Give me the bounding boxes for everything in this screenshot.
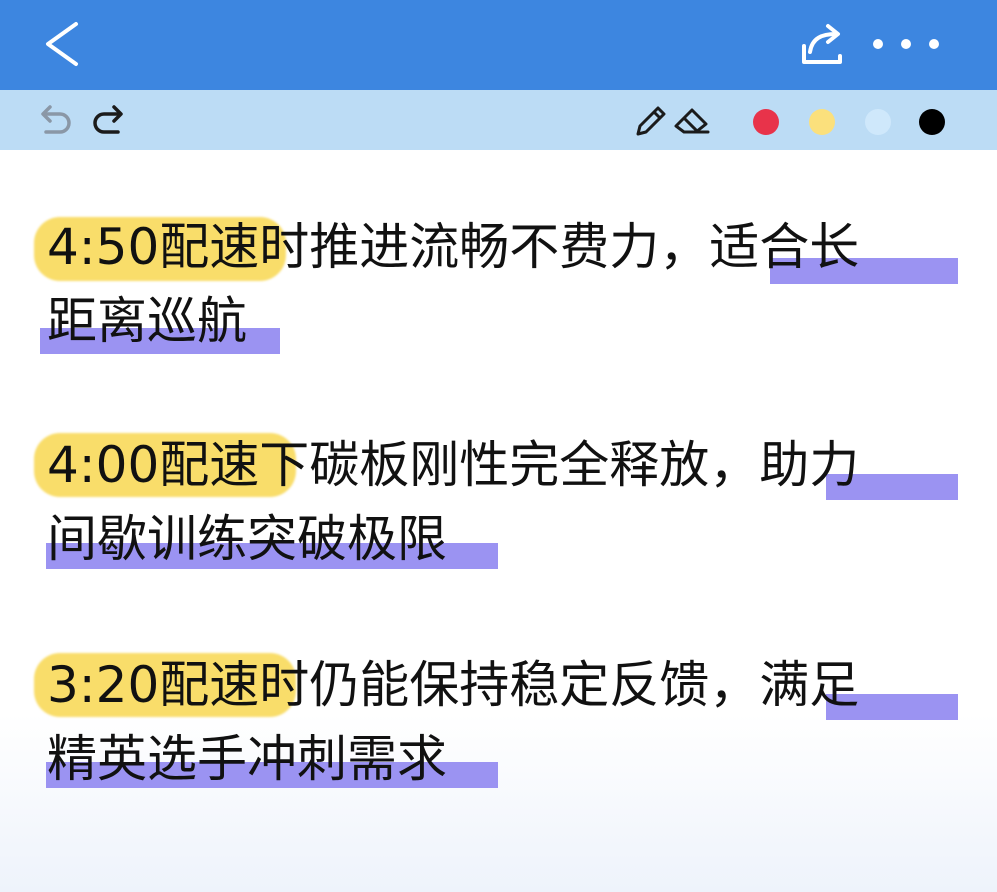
note-text: 时推进流畅不费力， <box>259 218 710 276</box>
color-swatch-red[interactable] <box>753 109 779 135</box>
note-text: 适合长 <box>709 218 860 276</box>
note-text: 距离巡航 <box>47 292 247 350</box>
pace-text: 3:20配速 <box>47 656 260 714</box>
note-canvas[interactable]: 4:50配速时推进流畅不费力，适合长 距离巡航 4:00配速下碳板刚性完全释放，… <box>0 150 997 892</box>
pace-text: 4:00配速 <box>47 436 260 494</box>
share-icon[interactable] <box>796 18 848 70</box>
top-app-bar <box>0 0 997 90</box>
pace-text: 4:50配速 <box>47 218 260 276</box>
note-line: 距离巡航 <box>47 286 247 356</box>
color-swatch-light-blue[interactable] <box>865 109 891 135</box>
note-text: 间歇训练突破极限 <box>47 510 447 568</box>
note-line: 间歇训练突破极限 <box>47 504 447 574</box>
redo-icon[interactable] <box>88 98 132 142</box>
note-text: 满足 <box>759 656 860 714</box>
color-swatch-black[interactable] <box>919 109 945 135</box>
pencil-icon[interactable] <box>628 98 672 142</box>
note-line: 精英选手冲刺需求 <box>47 724 447 794</box>
undo-icon[interactable] <box>32 98 76 142</box>
note-text: 精英选手冲刺需求 <box>47 730 447 788</box>
eraser-icon[interactable] <box>670 98 714 142</box>
note-line: 4:00配速下碳板刚性完全释放，助力 <box>47 430 859 500</box>
note-line: 3:20配速时仍能保持稳定反馈，满足 <box>47 650 859 720</box>
note-text: 下碳板刚性完全释放， <box>259 436 760 494</box>
note-text: 助力 <box>759 436 860 494</box>
note-text: 时仍能保持稳定反馈， <box>259 656 760 714</box>
more-options-icon[interactable] <box>866 24 946 64</box>
drawing-toolbar <box>0 90 997 150</box>
back-chevron-icon[interactable] <box>38 16 94 72</box>
note-line: 4:50配速时推进流畅不费力，适合长 <box>47 212 859 282</box>
color-swatch-yellow[interactable] <box>809 109 835 135</box>
